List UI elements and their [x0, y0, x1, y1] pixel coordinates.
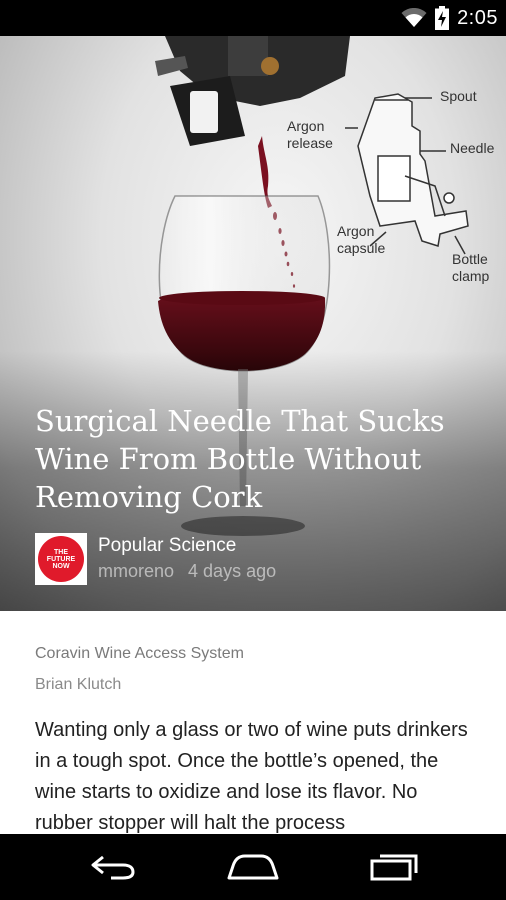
article-text: Wanting only a glass or two of wine puts…	[35, 719, 468, 834]
source-logo[interactable]: THE FUTURE NOW	[35, 533, 87, 585]
article-hero[interactable]: Spout Argon release Needle Argon capsule…	[0, 36, 506, 611]
recent-apps-button[interactable]	[344, 834, 444, 900]
article-body[interactable]: Coravin Wine Access System Brian Klutch …	[35, 611, 475, 834]
status-icons: 2:05	[401, 0, 498, 36]
status-time: 2:05	[457, 6, 498, 29]
image-credit: Brian Klutch	[35, 676, 122, 693]
time-ago: 4 days ago	[188, 561, 277, 581]
author-name[interactable]: mmoreno	[98, 561, 174, 581]
navigation-bar	[0, 834, 506, 900]
logo-text-line: FUTURE	[46, 555, 76, 563]
source-logo-badge: THE FUTURE NOW	[38, 536, 84, 582]
source-text: Popular Science mmoreno 4 days ago	[98, 533, 290, 583]
diagram-label-spout: Spout	[440, 88, 477, 104]
wifi-icon	[401, 8, 427, 28]
home-button[interactable]	[203, 834, 303, 900]
diagram-label-argon-release: Argon release	[287, 118, 333, 151]
recent-apps-icon	[370, 854, 418, 881]
image-caption: Coravin Wine Access System	[35, 645, 244, 662]
diagram-label-needle: Needle	[450, 140, 495, 156]
diagram-label-bottle-clamp: Bottle clamp	[452, 251, 490, 284]
article-title: Surgical Needle That Sucks Wine From Bot…	[35, 404, 445, 514]
diagram-label-argon-capsule: Argon capsule	[337, 223, 386, 256]
source-meta: mmoreno 4 days ago	[98, 559, 290, 583]
logo-text-line: NOW	[52, 562, 70, 570]
back-icon	[91, 855, 135, 880]
battery-charging-icon	[435, 6, 450, 30]
home-icon	[227, 854, 279, 880]
source-row[interactable]: THE FUTURE NOW Popular Science mmoreno 4 …	[35, 533, 290, 585]
back-button[interactable]	[62, 834, 162, 900]
logo-text-line: THE	[54, 548, 68, 556]
source-name[interactable]: Popular Science	[98, 534, 290, 558]
status-bar: 2:05	[0, 0, 506, 36]
